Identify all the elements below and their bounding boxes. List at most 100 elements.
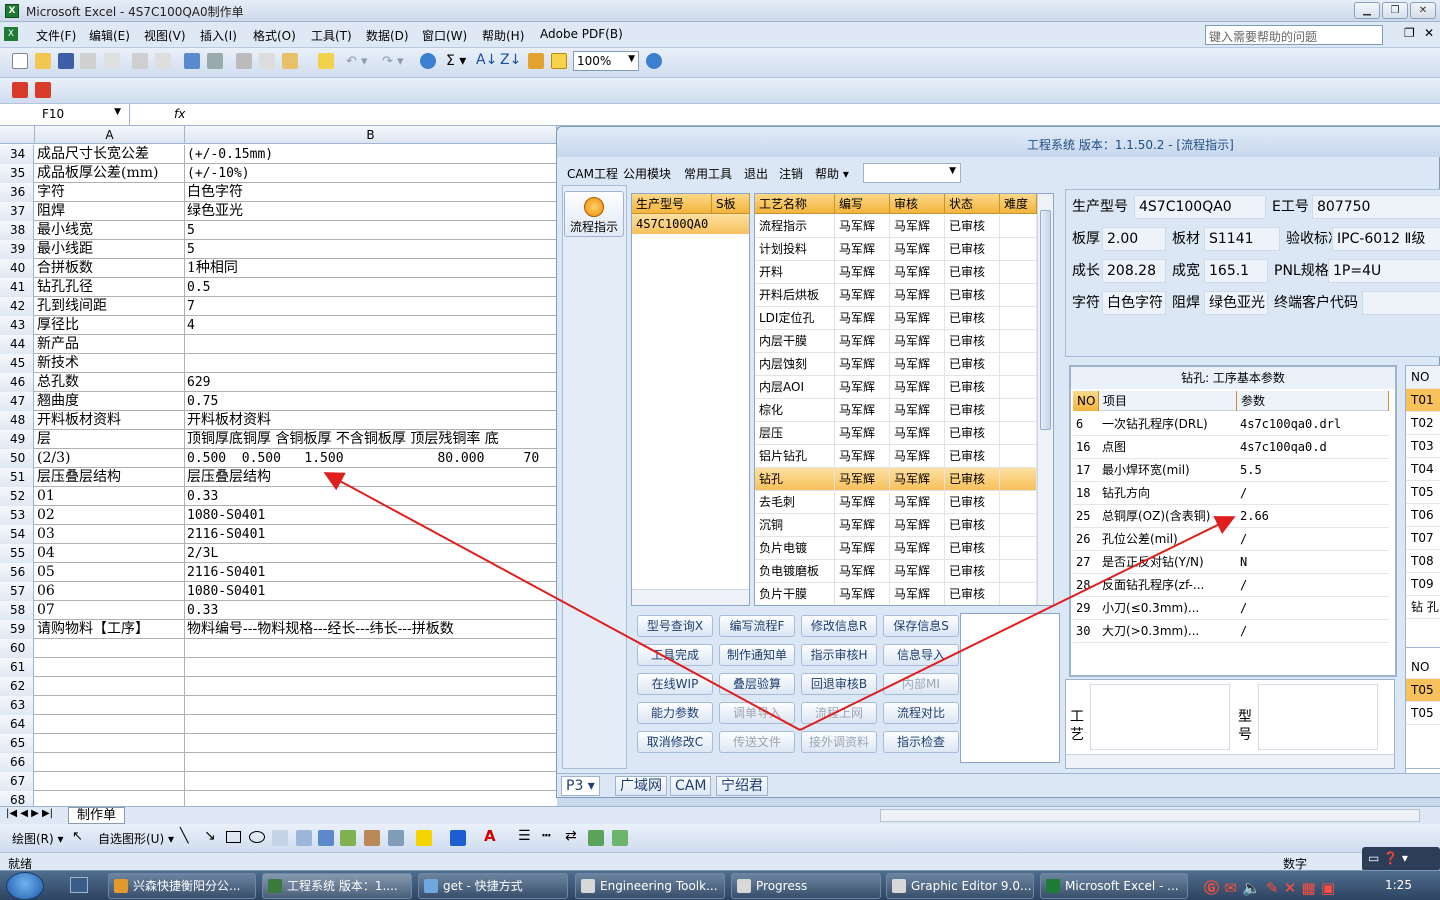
action-button[interactable]: 传送文件 — [719, 731, 795, 753]
menu-edit[interactable]: 编辑(E) — [89, 27, 130, 44]
cell-a[interactable] — [35, 715, 185, 734]
paste-icon[interactable] — [282, 53, 298, 69]
action-button[interactable]: 内部MI — [883, 673, 959, 695]
cell-b[interactable] — [185, 791, 557, 806]
pdf-email-icon[interactable] — [35, 82, 51, 98]
tool-item-2[interactable]: T05 — [1406, 679, 1440, 702]
row-number[interactable]: 49 — [0, 430, 34, 449]
drill-row[interactable]: 30 大刀(>0.3mm)... / — [1073, 620, 1389, 643]
cell-a[interactable]: 成品尺寸长宽公差 — [35, 145, 185, 164]
drill-row[interactable]: 16 点图 4s7c100qa0.d — [1073, 436, 1389, 459]
cell-b[interactable] — [185, 753, 557, 772]
column-header-a[interactable]: A — [35, 126, 185, 144]
draw-menu-button[interactable]: 绘图(R) ▾ — [12, 830, 64, 847]
row-number[interactable]: 40 — [0, 259, 34, 278]
row-number[interactable]: 46 — [0, 373, 34, 392]
row-number[interactable]: 66 — [0, 753, 34, 772]
tool-item[interactable]: T03 — [1406, 435, 1440, 458]
drill-row[interactable]: 26 孔位公差(mil) / — [1073, 528, 1389, 551]
cell-a[interactable]: 钻孔孔径 — [35, 278, 185, 297]
cell-a[interactable]: 06 — [35, 582, 185, 601]
cell-b[interactable] — [185, 696, 557, 715]
convert-to-pdf-icon[interactable] — [12, 82, 28, 98]
process-row[interactable]: 开料 马军辉 马军辉 已审核 — [755, 261, 1037, 284]
dash-style-icon[interactable]: ┅ — [542, 828, 550, 844]
cell-a[interactable]: 07 — [35, 601, 185, 620]
cell-b[interactable]: 绿色亚光 — [185, 202, 557, 221]
eng-menu-tools[interactable]: 常用工具 — [684, 165, 732, 182]
process-row[interactable]: 内层干膜 马军辉 马军辉 已审核 — [755, 330, 1037, 353]
eng-menu-logout[interactable]: 注销 — [779, 165, 803, 182]
drill-row[interactable]: 27 是否正反对钻(Y/N) N — [1073, 551, 1389, 574]
cell-b[interactable]: 1080-S0401 — [185, 582, 557, 601]
row-number[interactable]: 52 — [0, 487, 34, 506]
action-button[interactable]: 保存信息S — [883, 615, 959, 637]
value-char[interactable]: 白色字符 — [1102, 291, 1166, 315]
action-button[interactable]: 调单导入 — [719, 702, 795, 724]
cell-a[interactable] — [35, 677, 185, 696]
process-vscroll[interactable] — [1037, 194, 1053, 605]
row-number[interactable]: 42 — [0, 297, 34, 316]
menu-view[interactable]: 视图(V) — [144, 27, 186, 44]
value-thickness[interactable]: 2.00 — [1102, 227, 1166, 251]
value-customer[interactable] — [1362, 291, 1440, 315]
cell-a[interactable]: 开料板材资料 — [35, 411, 185, 430]
doc-restore-icon[interactable]: ❐ — [1404, 26, 1415, 40]
arrow-style-icon[interactable]: ⇄ — [565, 828, 577, 844]
save-icon[interactable] — [58, 53, 74, 69]
horizontal-scrollbar[interactable] — [880, 809, 1420, 822]
action-button[interactable]: 信息导入 — [883, 644, 959, 666]
task-graphic-editor[interactable]: Graphic Editor 9.0... — [886, 873, 1034, 899]
menu-tools[interactable]: 工具(T) — [311, 27, 352, 44]
action-button[interactable]: 型号查询X — [637, 615, 713, 637]
value-eno[interactable]: 807750 — [1312, 195, 1440, 219]
action-button[interactable]: 工具完成 — [637, 644, 713, 666]
process-row[interactable]: 负片电镀 马军辉 马军辉 已审核 — [755, 537, 1037, 560]
select-objects-icon[interactable]: ↖ — [72, 829, 83, 844]
cell-a[interactable]: (2/3) — [35, 449, 185, 468]
row-number[interactable]: 59 — [0, 620, 34, 639]
menu-help[interactable]: 帮助(H) — [482, 27, 524, 44]
cell-b[interactable]: (+/-10%) — [185, 164, 557, 183]
process-row[interactable]: 去毛刺 马军辉 马军辉 已审核 — [755, 491, 1037, 514]
cell-b[interactable]: 2/3L — [185, 544, 557, 563]
cell-b[interactable] — [185, 335, 557, 354]
help-icon[interactable] — [646, 53, 662, 69]
wordart-icon[interactable] — [296, 830, 312, 846]
cell-a[interactable]: 厚径比 — [35, 316, 185, 335]
action-button[interactable]: 编写流程F — [719, 615, 795, 637]
autoshapes-button[interactable]: 自选图形(U) ▾ — [98, 830, 174, 847]
cell-a[interactable] — [35, 772, 185, 791]
print-icon[interactable] — [132, 53, 148, 69]
cell-b[interactable]: 2116-S0401 — [185, 563, 557, 582]
action-button[interactable]: 叠层验算 — [719, 673, 795, 695]
cell-b[interactable]: 顶铜厚底铜厚 含铜板厚 不含铜板厚 顶层残铜率 底 — [185, 430, 557, 449]
line-style-icon[interactable]: ☰ — [518, 828, 531, 844]
model-list[interactable]: 生产型号 S板 4S7C100QA0 — [631, 193, 750, 606]
action-button[interactable]: 接外调资料 — [801, 731, 877, 753]
row-number[interactable]: 68 — [0, 791, 34, 806]
action-button[interactable]: 流程上网 — [801, 702, 877, 724]
undo-icon[interactable]: ↶ ▾ — [346, 54, 368, 69]
cell-b[interactable]: 2116-S0401 — [185, 525, 557, 544]
minimize-button[interactable]: ▁ — [1354, 2, 1380, 19]
task-progress[interactable]: Progress — [731, 873, 881, 899]
line-color-icon[interactable] — [450, 830, 466, 846]
menu-data[interactable]: 数据(D) — [366, 27, 409, 44]
doc-close-icon[interactable]: ✕ — [1424, 26, 1434, 40]
process-row-selected[interactable]: 钻孔 马军辉 马军辉 已审核 — [755, 468, 1037, 491]
cell-a[interactable] — [35, 791, 185, 806]
cell-b[interactable]: 4 — [185, 316, 557, 335]
process-row[interactable]: 铝片钻孔 马军辉 马军辉 已审核 — [755, 445, 1037, 468]
row-number[interactable]: 64 — [0, 715, 34, 734]
shadow-icon[interactable] — [588, 830, 604, 846]
cell-a[interactable] — [35, 753, 185, 772]
row-number[interactable]: 38 — [0, 221, 34, 240]
cell-b[interactable] — [185, 639, 557, 658]
row-number[interactable]: 39 — [0, 240, 34, 259]
tool-item[interactable]: T07 — [1406, 527, 1440, 550]
value-model[interactable]: 4S7C100QA0 — [1134, 195, 1266, 219]
eng-menu-help[interactable]: 帮助 ▾ — [815, 165, 849, 182]
worksheet-grid[interactable]: A B 34 成品尺寸长宽公差 (+/-0.15mm) 35 成品板厚公差(mm) (+/… — [0, 126, 557, 806]
process-row[interactable]: 流程指示 马军辉 马军辉 已审核 — [755, 215, 1037, 238]
